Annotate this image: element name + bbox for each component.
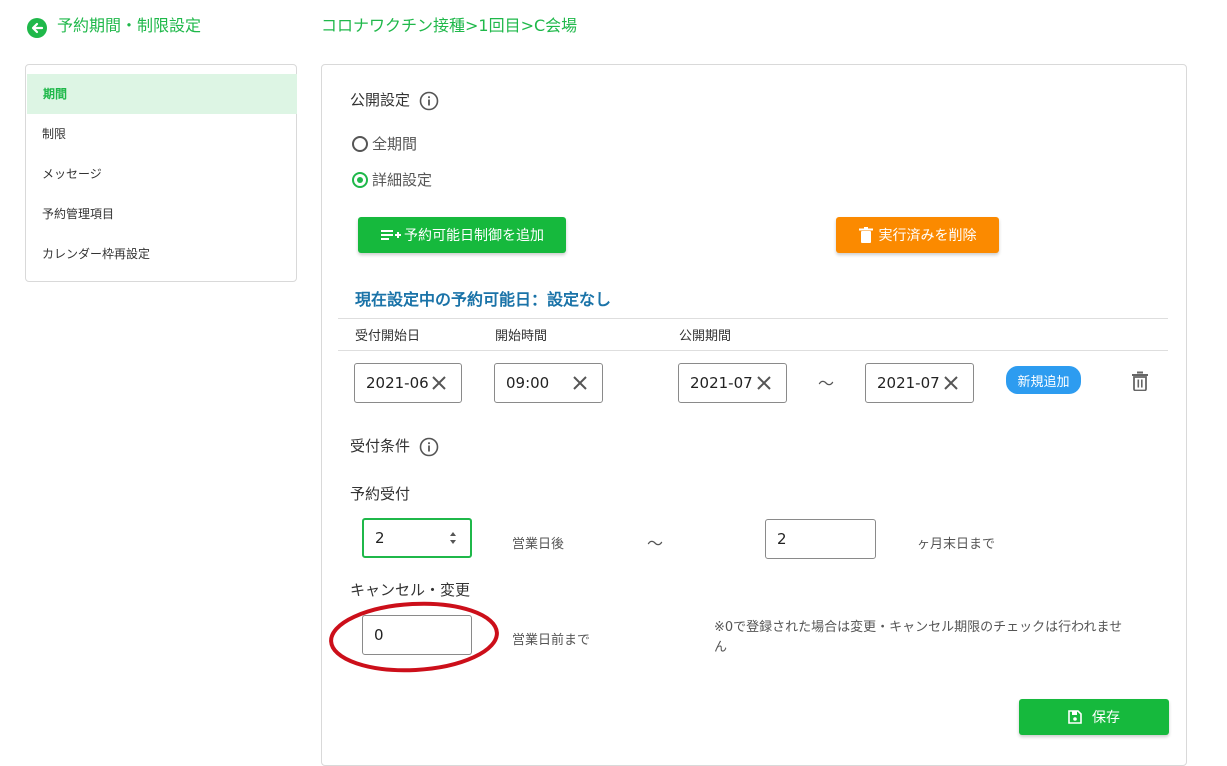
breadcrumb: コロナワクチン接種>1回目>C会場 [321, 16, 578, 35]
sidebar-item-reservation-fields[interactable]: 予約管理項目 [26, 194, 296, 234]
month-end-label: ヶ月末日まで [917, 537, 996, 552]
sidebar-item-limit[interactable]: 制限 [26, 114, 296, 154]
save-button[interactable]: 保存 [1019, 699, 1169, 735]
sidebar-item-period[interactable]: 期間 [27, 74, 297, 114]
col-header-start-time: 開始時間 [495, 329, 548, 344]
back-arrow-icon[interactable] [27, 18, 47, 38]
start-time-field[interactable]: 09:00 [494, 363, 603, 403]
range-tilde: 〜 [647, 534, 664, 553]
highlight-circle [329, 601, 499, 673]
add-reservation-control-button[interactable]: 予約可能日制御を追加 [358, 217, 566, 253]
info-icon[interactable] [419, 437, 439, 457]
clear-icon[interactable] [429, 373, 449, 393]
sidebar-item-message[interactable]: メッセージ [26, 154, 296, 194]
radio-checked-icon [352, 171, 368, 188]
clear-icon[interactable] [570, 373, 590, 393]
reservation-days-input[interactable]: 2 [362, 518, 472, 558]
cancel-note: ※0で登録された場合は変更・キャンセル期限のチェックは行われません [714, 620, 1123, 655]
business-days-before-label: 営業日前まで [512, 633, 591, 648]
cancel-label: キャンセル・変更 [350, 581, 471, 599]
months-input[interactable]: 2 [765, 519, 876, 559]
business-days-after-label: 営業日後 [512, 537, 565, 552]
period-from-field[interactable]: 2021-07 [678, 363, 787, 403]
radio-detail-settings[interactable]: 詳細設定 [352, 169, 432, 190]
range-tilde: 〜 [818, 374, 835, 393]
publish-settings-title: 公開設定 [350, 91, 411, 109]
clear-icon[interactable] [754, 373, 774, 393]
clear-icon[interactable] [941, 373, 961, 393]
radio-unchecked-icon [352, 135, 368, 152]
conditions-title: 受付条件 [350, 437, 411, 455]
new-add-button[interactable]: 新規追加 [1006, 366, 1081, 394]
col-header-start-date: 受付開始日 [355, 329, 421, 344]
col-header-publish-period: 公開期間 [679, 329, 732, 344]
sidebar-item-calendar-reset[interactable]: カレンダー枠再設定 [26, 234, 296, 274]
start-date-field[interactable]: 2021-06 [354, 363, 462, 403]
reservation-label: 予約受付 [350, 485, 411, 503]
save-icon [1068, 710, 1082, 724]
sidebar: 期間 制限 メッセージ 予約管理項目 カレンダー枠再設定 [25, 64, 297, 282]
radio-all-period[interactable]: 全期間 [352, 133, 417, 154]
playlist-add-icon [381, 230, 401, 240]
divider [338, 318, 1168, 319]
trash-icon[interactable] [1131, 371, 1149, 391]
current-settings-title: 現在設定中の予約可能日：設定なし [355, 290, 612, 309]
stepper-icon[interactable] [448, 529, 458, 547]
divider [338, 350, 1168, 351]
period-to-field[interactable]: 2021-07 [865, 363, 974, 403]
trash-icon [858, 227, 873, 243]
info-icon[interactable] [419, 91, 439, 111]
delete-executed-button[interactable]: 実行済みを削除 [836, 217, 999, 253]
page-title: 予約期間・制限設定 [57, 16, 202, 35]
